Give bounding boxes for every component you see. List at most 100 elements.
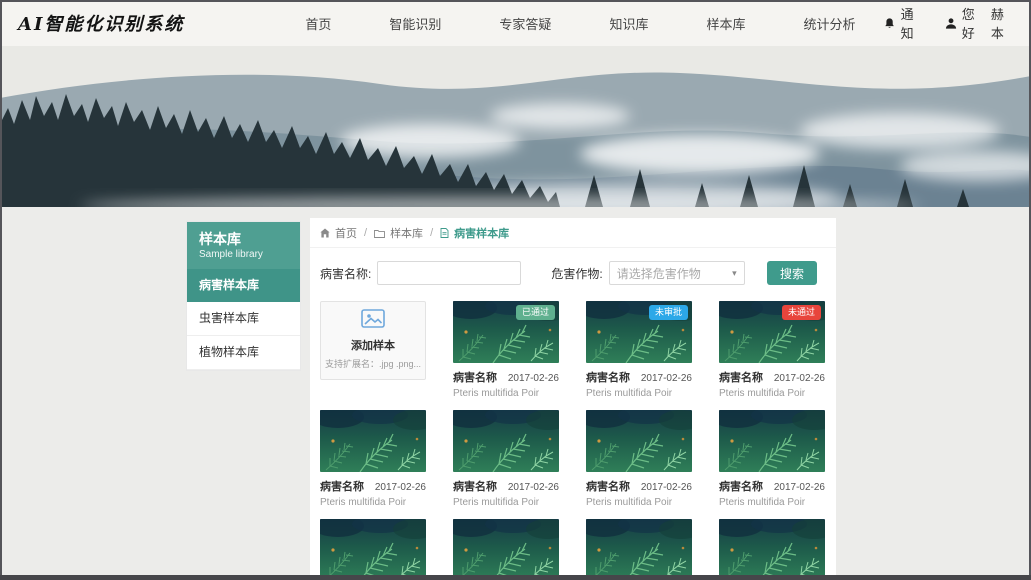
sample-thumbnail[interactable]: 已通过 — [453, 301, 559, 363]
top-header: AI智能化识别系统 首页 智能识别 专家答疑 知识库 样本库 统计分析 通知 — [0, 0, 1031, 46]
user-name: 赫本 — [991, 4, 1015, 42]
header-right: 通知 您好 赫本 — [884, 4, 1015, 42]
main-nav: 首页 智能识别 专家答疑 知识库 样本库 统计分析 — [276, 14, 884, 33]
image-upload-icon — [361, 309, 385, 328]
app-window: AI智能化识别系统 首页 智能识别 专家答疑 知识库 样本库 统计分析 通知 — [0, 0, 1031, 580]
card-date: 2017-02-26 — [508, 373, 559, 384]
user-icon — [945, 17, 957, 30]
harm-crop-select[interactable]: 请选择危害作物 ▾ — [609, 261, 745, 285]
card-date: 2017-02-26 — [375, 482, 426, 493]
sidebar-item-plant-samples[interactable]: 植物样本库 — [187, 336, 300, 370]
sample-card: 病害名称 2017-02-26 Pteris multifida Poir — [719, 519, 825, 580]
sample-card: 病害名称 2017-02-26 Pteris multifida Poir — [586, 519, 692, 580]
sidebar-header: 样本库 Sample library — [187, 222, 300, 269]
fern-photo — [320, 519, 426, 580]
fern-photo — [586, 519, 692, 580]
sidebar-title: 样本库 — [199, 230, 288, 248]
sample-thumbnail[interactable] — [320, 519, 426, 580]
card-title: 病害名称 — [586, 478, 630, 494]
sample-thumbnail[interactable] — [453, 519, 559, 580]
nav-statistics[interactable]: 统计分析 — [774, 14, 884, 33]
user-greeting: 您好 — [962, 4, 986, 42]
hero-image — [0, 46, 1031, 207]
sample-thumbnail[interactable] — [320, 410, 426, 472]
window-border-top — [0, 0, 1031, 2]
card-title: 病害名称 — [453, 478, 497, 494]
notification-label: 通知 — [901, 4, 925, 42]
breadcrumb-home[interactable]: 首页 — [335, 225, 357, 241]
sample-thumbnail[interactable] — [453, 410, 559, 472]
sample-thumbnail[interactable] — [719, 410, 825, 472]
sample-thumbnail[interactable]: 未通过 — [719, 301, 825, 363]
card-date: 2017-02-26 — [641, 482, 692, 493]
nav-knowledge-base[interactable]: 知识库 — [580, 14, 677, 33]
filter-panel: 首页 / 样本库 / 病害样本库 病害名称: 危害作物: 请选择危害作物 ▾ 搜… — [310, 218, 836, 299]
sample-thumbnail[interactable]: 未审批 — [586, 301, 692, 363]
card-meta: 病害名称 2017-02-26 — [719, 478, 825, 494]
add-sample-title: 添加样本 — [321, 337, 425, 353]
sample-thumbnail[interactable] — [586, 410, 692, 472]
sidebar-item-disease-samples[interactable]: 病害样本库 — [187, 269, 300, 302]
nav-home[interactable]: 首页 — [276, 14, 360, 33]
card-meta: 病害名称 2017-02-26 — [453, 369, 559, 385]
card-latin-name: Pteris multifida Poir — [586, 497, 692, 508]
card-latin-name: Pteris multifida Poir — [719, 388, 825, 399]
folder-icon — [374, 229, 385, 238]
chevron-down-icon: ▾ — [732, 268, 737, 279]
card-meta: 病害名称 2017-02-26 — [719, 369, 825, 385]
card-date: 2017-02-26 — [774, 373, 825, 384]
card-title: 病害名称 — [719, 369, 763, 385]
harm-crop-placeholder: 请选择危害作物 — [617, 265, 701, 282]
fern-photo — [453, 519, 559, 580]
add-sample-button[interactable]: 添加样本 支持扩展名：.jpg .png... — [320, 301, 426, 380]
fern-photo — [719, 410, 825, 472]
add-sample-hint: 支持扩展名：.jpg .png... — [321, 357, 425, 370]
card-title: 病害名称 — [453, 369, 497, 385]
card-date: 2017-02-26 — [774, 482, 825, 493]
breadcrumb-current-page: 病害样本库 — [454, 225, 509, 241]
notification-button[interactable]: 通知 — [884, 4, 924, 42]
card-date: 2017-02-26 — [641, 373, 692, 384]
nav-sample-library[interactable]: 样本库 — [677, 14, 774, 33]
card-latin-name: Pteris multifida Poir — [320, 497, 426, 508]
sample-card: 病害名称 2017-02-26 Pteris multifida Poir — [320, 410, 426, 508]
disease-name-label: 病害名称: — [320, 265, 371, 282]
disease-name-input[interactable] — [377, 261, 521, 285]
sample-grid: 添加样本 支持扩展名：.jpg .png... 已通过 病害名称 2017-02… — [320, 301, 826, 580]
fern-photo — [453, 410, 559, 472]
bell-icon — [884, 17, 895, 30]
sample-card: 未审批 病害名称 2017-02-26 Pteris multifida Poi… — [586, 301, 692, 399]
card-date: 2017-02-26 — [508, 482, 559, 493]
card-meta: 病害名称 2017-02-26 — [586, 369, 692, 385]
status-badge: 已通过 — [516, 305, 555, 320]
sample-card: 病害名称 2017-02-26 Pteris multifida Poir — [719, 410, 825, 508]
sidebar-subtitle: Sample library — [199, 249, 288, 260]
sample-thumbnail[interactable] — [586, 519, 692, 580]
card-meta: 病害名称 2017-02-26 — [320, 478, 426, 494]
card-title: 病害名称 — [719, 478, 763, 494]
status-badge: 未通过 — [782, 305, 821, 320]
nav-recognition[interactable]: 智能识别 — [360, 14, 470, 33]
sample-card: 病害名称 2017-02-26 Pteris multifida Poir — [453, 519, 559, 580]
sample-card: 病害名称 2017-02-26 Pteris multifida Poir — [586, 410, 692, 508]
sample-thumbnail[interactable] — [719, 519, 825, 580]
fern-photo — [586, 410, 692, 472]
sidebar-item-pest-samples[interactable]: 虫害样本库 — [187, 302, 300, 336]
card-latin-name: Pteris multifida Poir — [453, 497, 559, 508]
breadcrumb-separator: / — [430, 227, 433, 239]
window-border-bottom — [0, 575, 1031, 580]
breadcrumb-sample-library[interactable]: 样本库 — [390, 225, 423, 241]
app-logo[interactable]: AI智能化识别系统 — [18, 10, 184, 36]
card-latin-name: Pteris multifida Poir — [719, 497, 825, 508]
breadcrumb: 首页 / 样本库 / 病害样本库 — [310, 218, 836, 248]
card-title: 病害名称 — [320, 478, 364, 494]
fern-photo — [320, 410, 426, 472]
home-icon — [320, 228, 330, 238]
search-button[interactable]: 搜索 — [767, 261, 817, 285]
breadcrumb-separator: / — [364, 227, 367, 239]
status-badge: 未审批 — [649, 305, 688, 320]
harm-crop-label: 危害作物: — [551, 265, 602, 282]
card-latin-name: Pteris multifida Poir — [453, 388, 559, 399]
nav-expert-qa[interactable]: 专家答疑 — [470, 14, 580, 33]
user-menu[interactable]: 您好 赫本 — [945, 4, 1015, 42]
